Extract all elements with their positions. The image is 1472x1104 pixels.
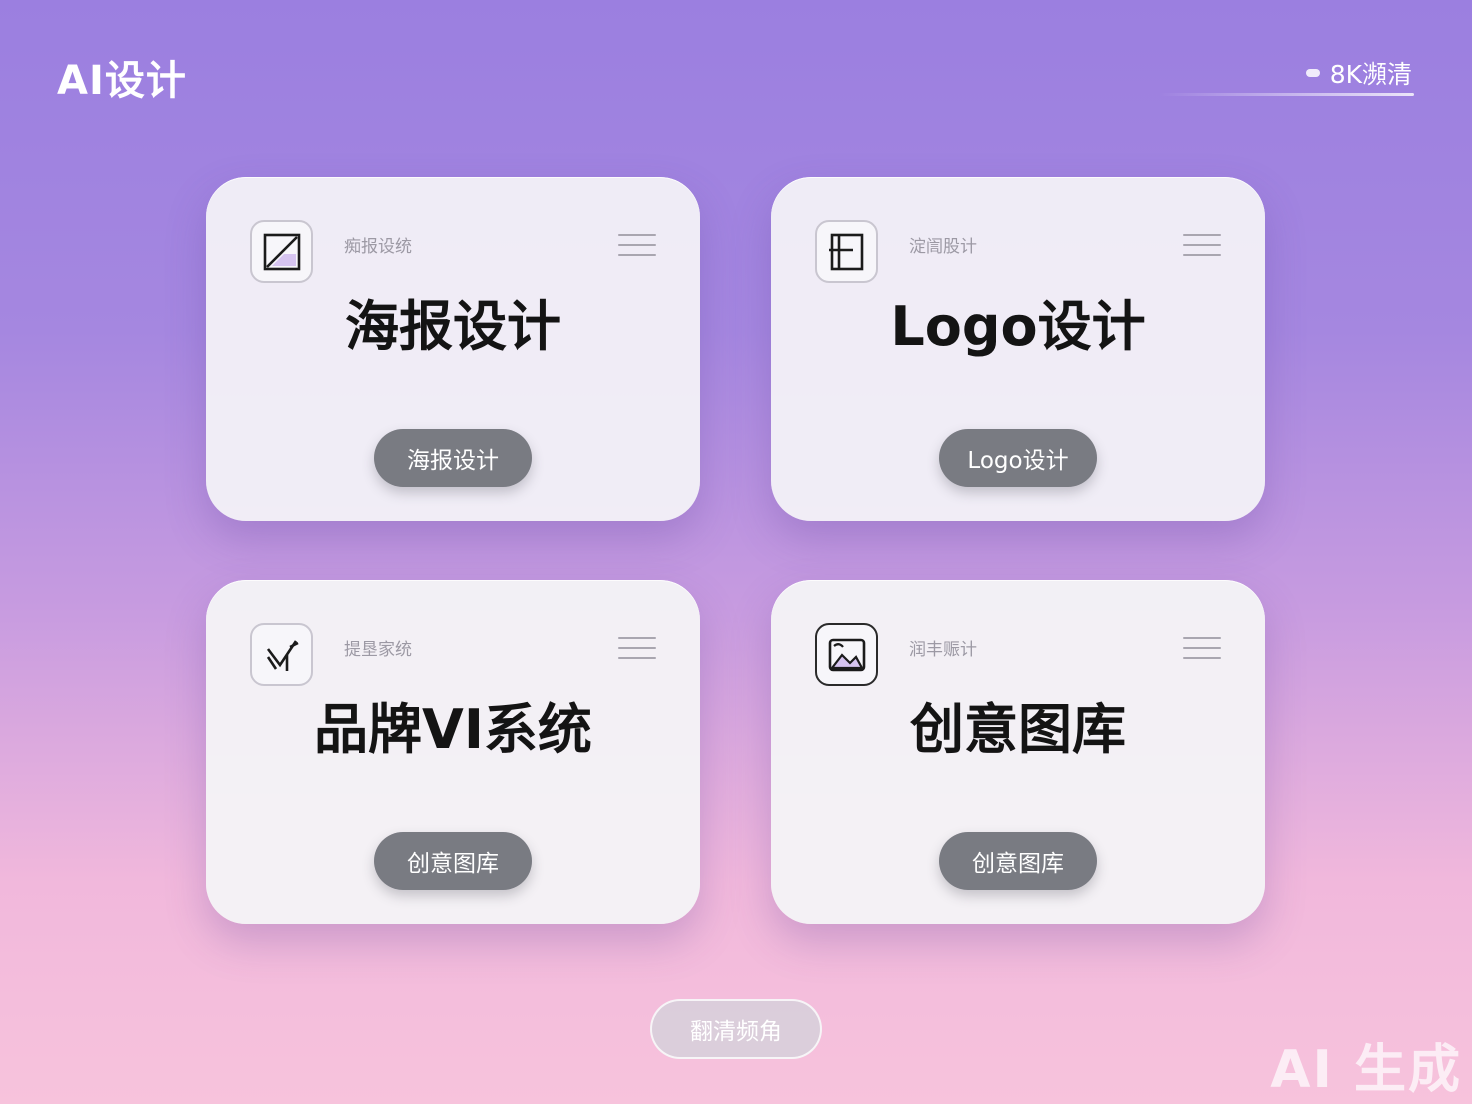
menu-icon[interactable] xyxy=(1183,234,1221,256)
image-icon xyxy=(815,623,878,686)
card-poster-design[interactable]: 痴报设统 海报设计 海报设计 xyxy=(206,177,700,521)
card-brand-vi[interactable]: 提垦家统 品牌VI系统 创意图库 xyxy=(206,580,700,924)
card-logo-design[interactable]: 淀訚股计 Logo设计 Logo设计 xyxy=(771,177,1265,521)
logo-icon xyxy=(815,220,878,283)
menu-icon[interactable] xyxy=(618,234,656,256)
resolution-underline xyxy=(1159,93,1414,96)
vi-icon xyxy=(250,623,313,686)
menu-icon[interactable] xyxy=(1183,637,1221,659)
speaker-icon xyxy=(1305,69,1320,77)
card-title: 创意图库 xyxy=(910,698,1126,761)
card-tag: 提垦家统 xyxy=(344,640,412,660)
card-title: Logo设计 xyxy=(890,295,1146,358)
ai-generated-watermark: AI 生成 xyxy=(1270,1040,1462,1100)
card-tag: 润丰赈计 xyxy=(909,640,977,660)
poster-icon xyxy=(250,220,313,283)
card-tag: 痴报设统 xyxy=(344,237,412,257)
card-title: 海报设计 xyxy=(345,295,561,358)
card-title: 品牌VI系统 xyxy=(314,698,592,761)
card-tag: 淀訚股计 xyxy=(909,237,977,257)
logo-design-button[interactable]: Logo设计 xyxy=(939,429,1097,487)
poster-design-button[interactable]: 海报设计 xyxy=(374,429,532,487)
resolution-label: 8K瀕清 xyxy=(1329,60,1412,89)
creative-gallery-button[interactable]: 创意图库 xyxy=(374,832,532,890)
footer-button[interactable]: 翻清频角 xyxy=(650,999,822,1059)
resolution-badge[interactable]: 8K瀕清 xyxy=(1305,55,1412,91)
card-creative-gallery[interactable]: 润丰赈计 创意图库 创意图库 xyxy=(771,580,1265,924)
creative-gallery-button[interactable]: 创意图库 xyxy=(939,832,1097,890)
menu-icon[interactable] xyxy=(618,637,656,659)
app-title: AI设计 xyxy=(57,58,187,104)
